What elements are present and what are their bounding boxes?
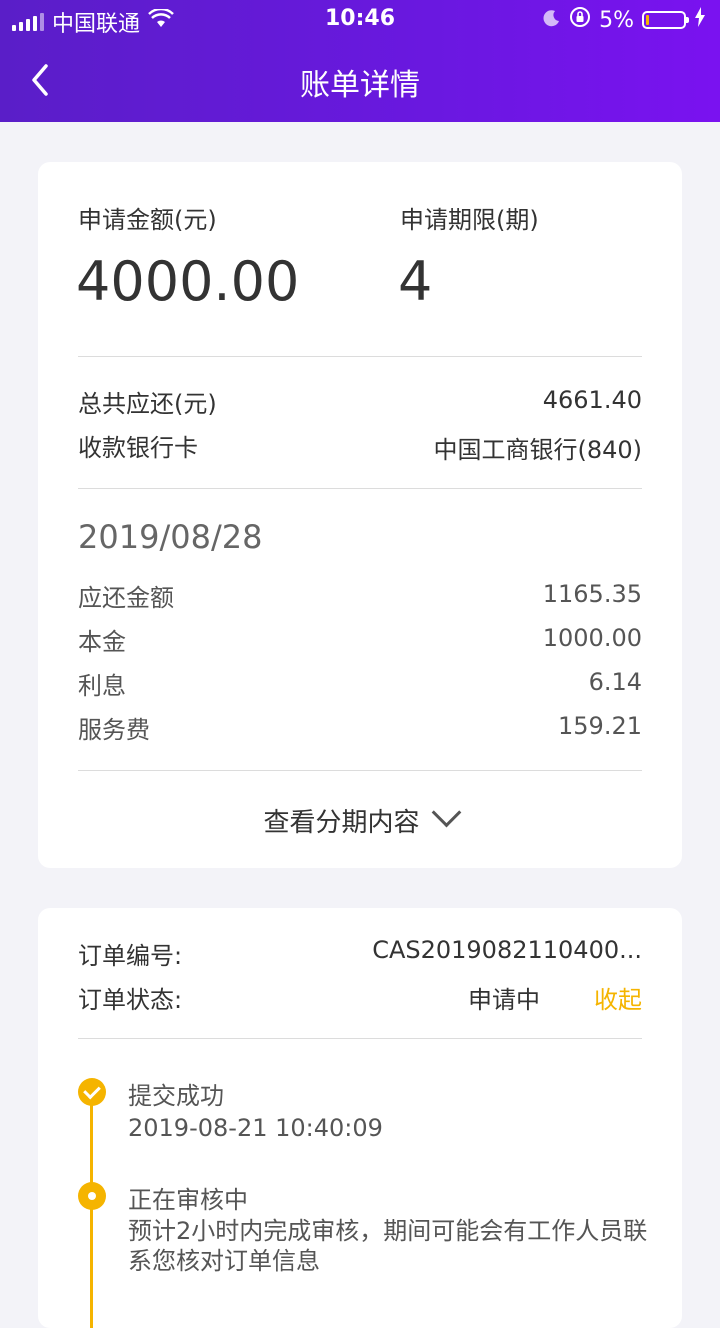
page-title: 账单详情 bbox=[300, 68, 420, 103]
installment-date: 2019/08/28 bbox=[78, 518, 263, 556]
order-status-label: 订单状态: bbox=[78, 986, 183, 1014]
order-number-value: CAS2019082110400... bbox=[372, 936, 642, 964]
installment-row-label: 本金 bbox=[78, 628, 126, 656]
orientation-lock-icon bbox=[569, 6, 591, 34]
order-number-label: 订单编号: bbox=[78, 942, 183, 970]
chevron-down-icon bbox=[431, 797, 461, 828]
battery-percent: 5% bbox=[599, 7, 634, 33]
bank-label: 收款银行卡 bbox=[78, 434, 198, 462]
bill-summary-card: 申请金额(元) 4000.00 申请期限(期) 4 总共应还(元) 4661.4… bbox=[38, 162, 682, 868]
order-card: 订单编号: CAS2019082110400... 订单状态: 申请中 收起 提… bbox=[38, 908, 682, 1328]
moon-icon bbox=[543, 8, 561, 33]
dot-icon bbox=[78, 1182, 106, 1210]
installment-row-label: 应还金额 bbox=[78, 584, 174, 612]
status-right: 5% bbox=[543, 6, 706, 34]
collapse-button[interactable]: 收起 bbox=[594, 980, 642, 1015]
divider bbox=[78, 488, 642, 489]
divider bbox=[78, 1038, 642, 1039]
battery-icon bbox=[642, 11, 689, 29]
timeline-title: 正在审核中 bbox=[128, 1186, 248, 1214]
view-installments-button[interactable]: 查看分期内容 bbox=[38, 797, 682, 839]
bank-value: 中国工商银行(840) bbox=[433, 436, 642, 464]
total-value: 4661.40 bbox=[542, 386, 642, 414]
timeline-line bbox=[90, 1092, 93, 1328]
nav-bar: 账单详情 bbox=[0, 50, 720, 112]
divider bbox=[78, 356, 642, 357]
amount-value: 4000.00 bbox=[76, 250, 300, 313]
installment-row-value: 159.21 bbox=[558, 712, 642, 740]
installment-row-label: 服务费 bbox=[78, 716, 150, 744]
app-header: 中国联通 10:46 5% 账单详情 bbox=[0, 0, 720, 122]
view-installments-label: 查看分期内容 bbox=[263, 808, 420, 838]
charging-icon bbox=[694, 7, 706, 33]
installment-row-value: 1000.00 bbox=[542, 624, 642, 652]
term-label: 申请期限(期) bbox=[400, 206, 539, 234]
timeline-detail: 预计2小时内完成审核，期间可能会有工作人员联系您核对订单信息 bbox=[128, 1217, 648, 1275]
divider bbox=[78, 770, 642, 771]
installment-row-value: 6.14 bbox=[588, 668, 642, 696]
timeline-detail: 2019-08-21 10:40:09 bbox=[128, 1114, 383, 1142]
check-icon bbox=[78, 1078, 106, 1106]
amount-label: 申请金额(元) bbox=[78, 206, 217, 234]
status-bar: 中国联通 10:46 5% bbox=[0, 0, 720, 40]
installment-row-value: 1165.35 bbox=[542, 580, 642, 608]
total-label: 总共应还(元) bbox=[78, 390, 217, 418]
order-status-value: 申请中 bbox=[468, 986, 540, 1014]
installment-row-label: 利息 bbox=[78, 672, 126, 700]
timeline-title: 提交成功 bbox=[128, 1082, 224, 1110]
term-value: 4 bbox=[398, 250, 433, 313]
